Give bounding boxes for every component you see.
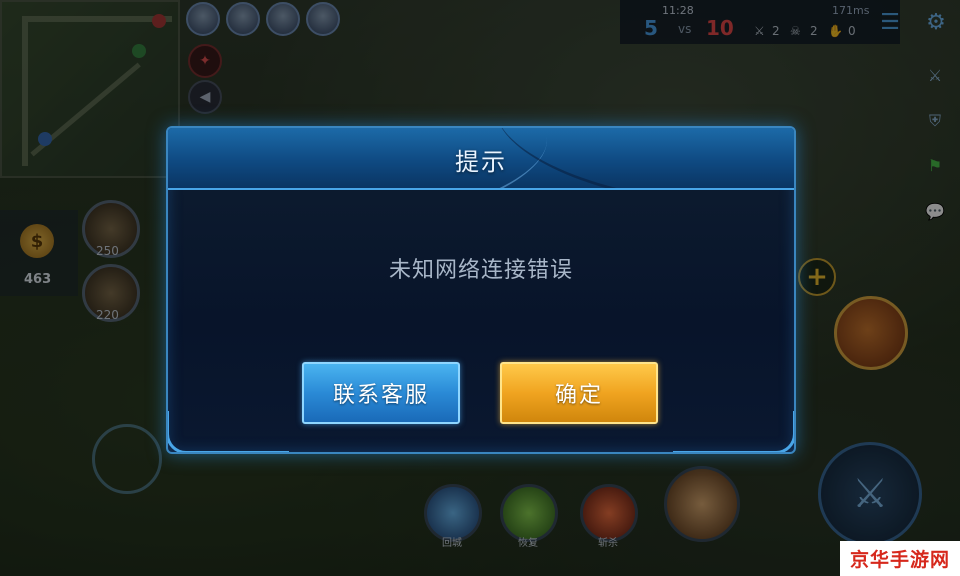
dialog-message: 未知网络连接错误 xyxy=(388,258,573,283)
dialog-corner-decoration xyxy=(673,411,794,452)
contact-support-button[interactable]: 联系客服 xyxy=(302,362,460,424)
dialog-header: 提示 xyxy=(168,128,794,190)
dialog-title: 提示 xyxy=(455,148,507,176)
site-watermark: 京华手游网 xyxy=(840,541,960,576)
confirm-button[interactable]: 确定 xyxy=(500,362,658,424)
dialog-corner-decoration xyxy=(168,411,289,452)
error-dialog: 提示 未知网络连接错误 联系客服 确定 xyxy=(166,126,796,454)
